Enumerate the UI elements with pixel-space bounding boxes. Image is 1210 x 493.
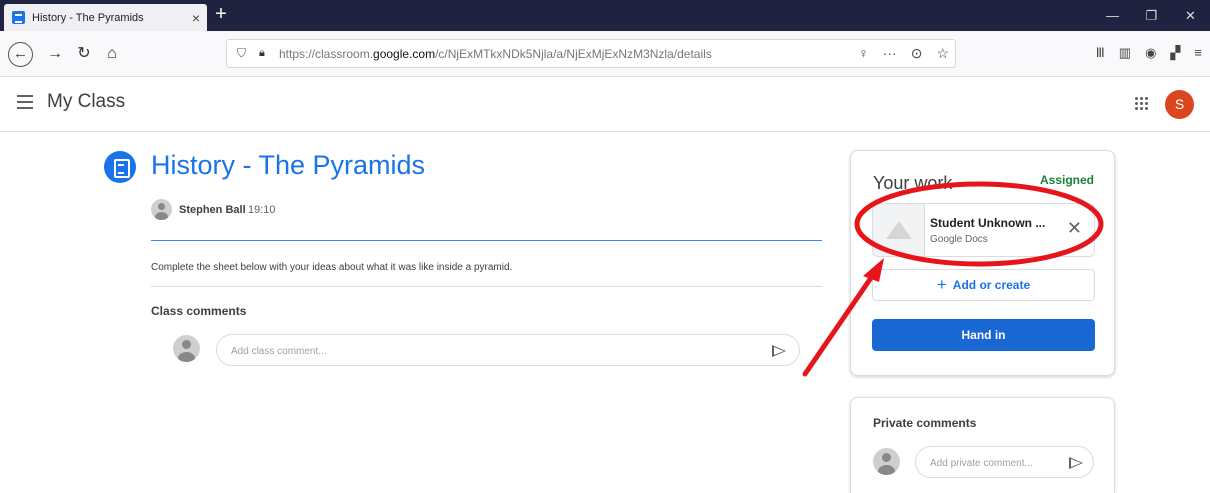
tab-title: History - The Pyramids xyxy=(32,11,144,24)
reload-icon[interactable]: ↻ xyxy=(73,43,95,65)
library-icon[interactable]: Ⅲ xyxy=(1096,45,1105,61)
browser-navbar: ← → ↻ ⌂ ⛉ 🔒︎ https://classroom.google.co… xyxy=(0,31,1210,77)
attachment[interactable]: Student Unknown ... Google Docs ✕ xyxy=(872,203,1095,257)
apps-icon[interactable] xyxy=(1134,96,1148,110)
hamburger-menu-icon[interactable]: ≡ xyxy=(1194,45,1202,61)
attachment-name[interactable]: Student Unknown ... xyxy=(930,216,1045,230)
restore-icon[interactable]: ❐ xyxy=(1132,0,1171,31)
send-icon[interactable] xyxy=(772,345,786,357)
status-badge: Assigned xyxy=(1039,173,1094,187)
forward-icon[interactable]: → xyxy=(44,43,66,65)
account-icon[interactable]: ◉ xyxy=(1145,45,1156,61)
browser-tab[interactable]: History - The Pyramids × xyxy=(4,4,207,31)
class-name[interactable]: My Class xyxy=(47,91,125,113)
close-icon[interactable]: ✕ xyxy=(1067,218,1082,239)
new-tab-button[interactable]: + xyxy=(210,4,232,26)
lock-icon[interactable]: 🔒︎ xyxy=(259,47,275,60)
window-controls: — ❐ ✕ xyxy=(1093,0,1210,31)
assignment-title: History - The Pyramids xyxy=(151,150,426,180)
address-bar[interactable]: ⛉ 🔒︎ https://classroom.google.com/c/NjEx… xyxy=(226,39,956,68)
document-thumbnail[interactable] xyxy=(873,204,925,256)
author-name: Stephen Ball xyxy=(179,204,246,216)
your-work-title: Your work xyxy=(873,173,953,193)
lightbulb-icon[interactable]: ♀ xyxy=(858,45,869,62)
add-or-create-button[interactable]: + Add or create xyxy=(872,269,1095,301)
title-divider xyxy=(151,240,822,241)
your-work-card: Your work Assigned Student Unknown ... G… xyxy=(850,150,1115,376)
hand-in-button[interactable]: Hand in xyxy=(872,319,1095,351)
close-window-icon[interactable]: ✕ xyxy=(1171,0,1210,31)
url-actions: ♀ ··· ⊙ ☆ xyxy=(858,45,949,62)
user-avatar[interactable]: S xyxy=(1165,90,1194,119)
minimize-icon[interactable]: — xyxy=(1093,0,1132,31)
page-actions-icon[interactable]: ··· xyxy=(883,45,897,62)
tab-close-icon[interactable]: × xyxy=(185,10,207,26)
pocket-icon[interactable]: ⊙ xyxy=(911,45,923,62)
private-comment-avatar xyxy=(873,448,900,475)
browser-titlebar: History - The Pyramids × + — ❐ ✕ xyxy=(0,0,1210,31)
author-avatar xyxy=(151,199,172,220)
plus-icon: + xyxy=(936,275,947,294)
private-comment-input[interactable]: Add private comment... xyxy=(915,446,1094,478)
url-text: https://classroom.google.com/c/NjExMTkxN… xyxy=(279,46,712,61)
private-send-icon[interactable] xyxy=(1069,457,1083,469)
private-comments-title: Private comments xyxy=(873,416,977,430)
instructions-divider xyxy=(151,286,822,287)
assignment-instructions: Complete the sheet below with your ideas… xyxy=(151,262,513,273)
add-or-create-label: Add or create xyxy=(952,278,1031,292)
classroom-favicon-icon xyxy=(12,11,25,24)
comment-avatar xyxy=(173,335,200,362)
toolbar-right: Ⅲ ▥ ◉ ▞ ≡ xyxy=(1096,45,1202,61)
menu-icon[interactable] xyxy=(17,95,33,109)
class-comment-input[interactable]: Add class comment... xyxy=(216,334,800,366)
private-comments-card: Private comments Add private comment... xyxy=(850,397,1115,493)
classroom-header: My Class S xyxy=(0,78,1210,132)
back-icon[interactable]: ← xyxy=(8,42,33,67)
home-icon[interactable]: ⌂ xyxy=(101,43,123,65)
attachment-type: Google Docs xyxy=(930,234,988,245)
class-comments-label: Class comments xyxy=(151,304,247,318)
assignment-icon xyxy=(104,151,136,183)
sidebar-icon[interactable]: ▥ xyxy=(1119,45,1131,61)
bookmark-star-icon[interactable]: ☆ xyxy=(936,45,949,62)
shield-icon[interactable]: ⛉ xyxy=(237,46,251,61)
post-time: 19:10 xyxy=(248,204,276,216)
extensions-icon[interactable]: ▞ xyxy=(1170,45,1180,61)
